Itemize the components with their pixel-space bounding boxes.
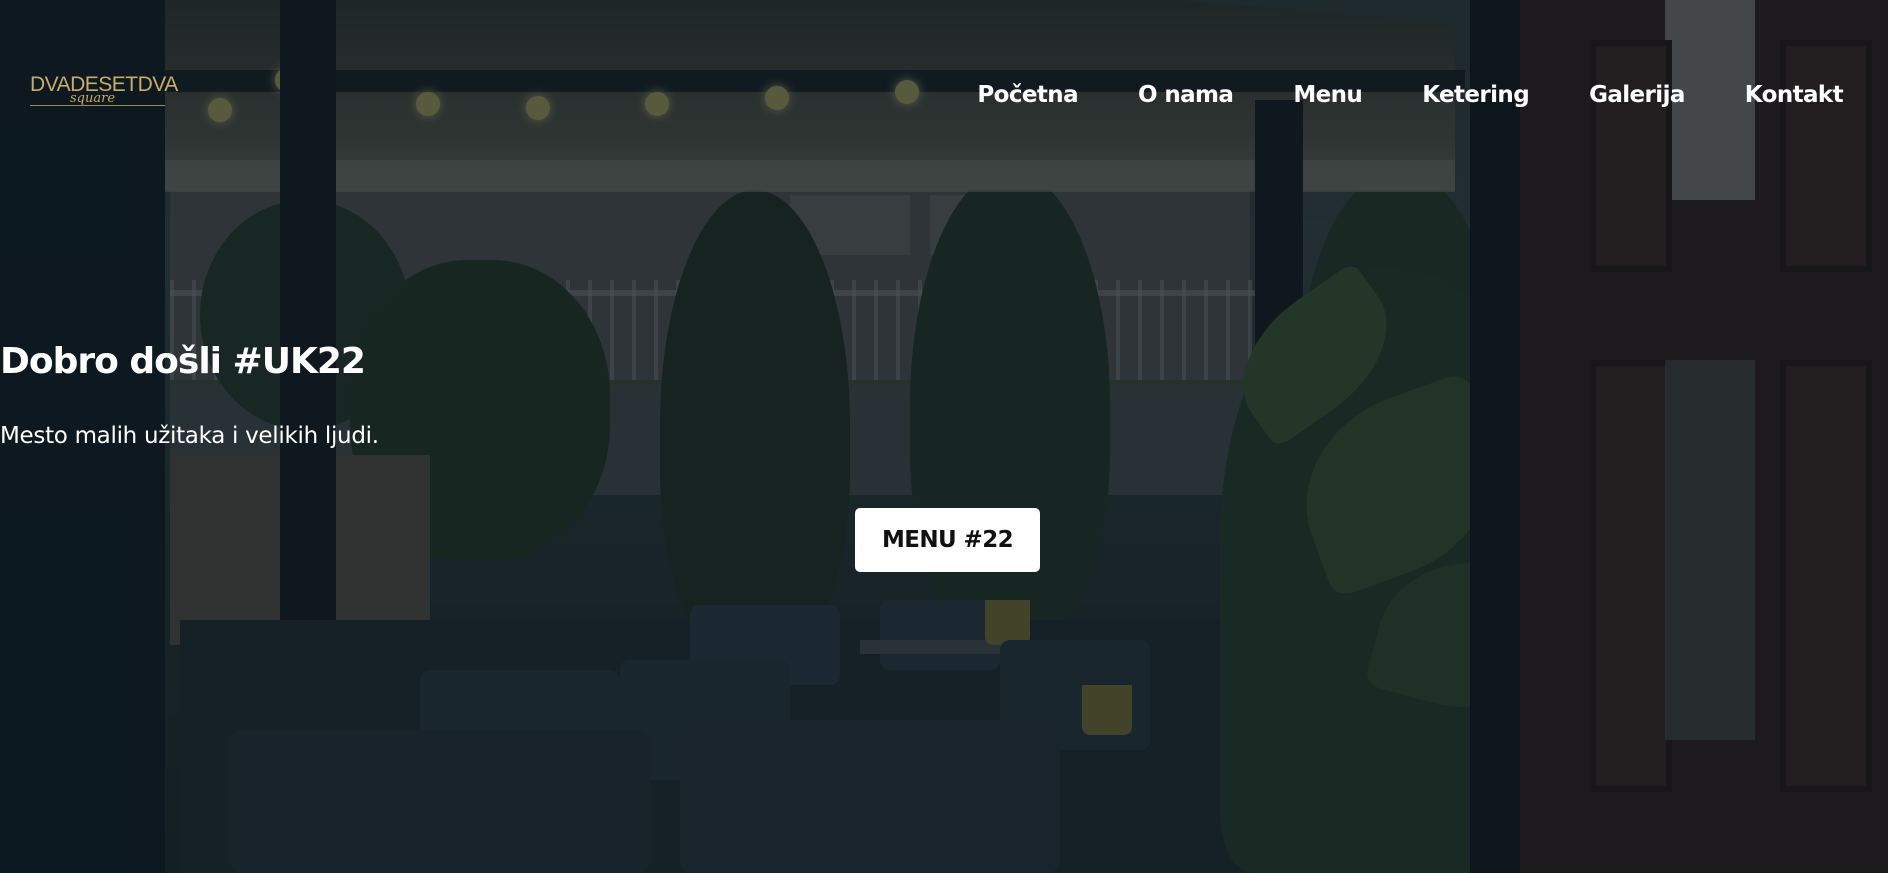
hero-subtitle: Mesto malih užitaka i velikih ljudi. [0,423,379,449]
site-logo[interactable]: DVADESETDVA square [30,74,178,106]
hero-title: Dobro došli #UK22 [0,341,366,382]
nav-item-kontakt[interactable]: Kontakt [1745,80,1844,110]
menu-cta-button[interactable]: MENU #22 [855,508,1040,572]
logo-underline [30,105,165,106]
nav-item-pocetna[interactable]: Početna [977,80,1078,110]
hero-section: DVADESETDVA square Početna O nama Menu K… [0,0,1888,873]
nav-item-o-nama[interactable]: O nama [1138,80,1234,110]
main-navigation: Početna O nama Menu Ketering Galerija Ko… [917,80,1843,110]
logo-script-text: square [70,91,116,106]
nav-item-ketering[interactable]: Ketering [1422,80,1529,110]
nav-item-menu[interactable]: Menu [1293,80,1362,110]
nav-item-galerija[interactable]: Galerija [1589,80,1685,110]
